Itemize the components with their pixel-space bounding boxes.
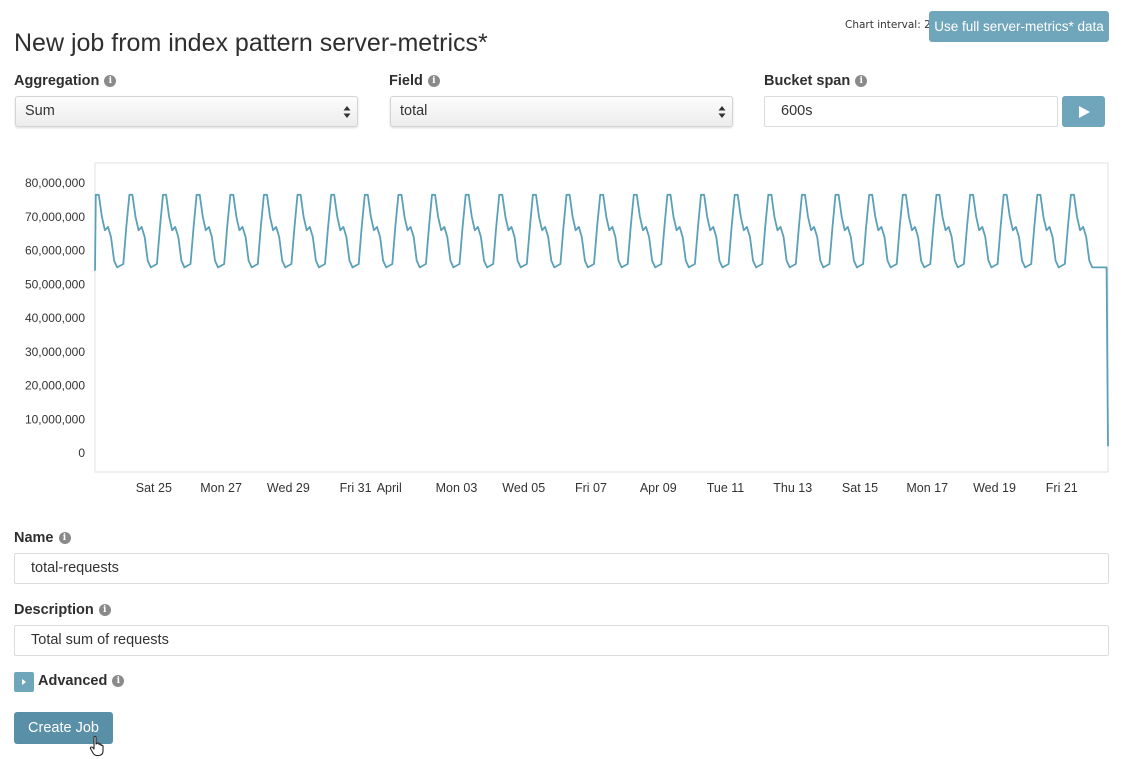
x-axis: Sat 25 Mon 27 Wed 29 Fri 31 April Mon 03 Wed 0… (136, 481, 1078, 495)
chevron-right-icon (22, 679, 26, 685)
info-icon[interactable]: i (855, 75, 868, 87)
chart-interval-label: Chart interval: 2h (845, 19, 938, 31)
select-arrows-icon (343, 106, 351, 118)
info-icon[interactable]: i (58, 532, 71, 544)
x-tick-label: Fri 07 (575, 481, 607, 495)
x-tick-label: Sat 25 (136, 481, 172, 495)
x-tick-label: Apr 09 (640, 481, 677, 495)
bucket-span-label-group: Bucket span i (764, 73, 868, 89)
field-value: total (400, 103, 428, 119)
info-icon[interactable]: i (104, 75, 117, 87)
x-tick-label: April (377, 481, 402, 495)
description-label: Description (14, 602, 94, 618)
name-label-group: Name i (14, 530, 71, 546)
y-axis: 80,000,000 70,000,000 60,000,000 50,000,000… (25, 176, 85, 460)
x-tick-label: Wed 29 (267, 481, 310, 495)
series-line (94, 193, 1109, 447)
chart-frame (94, 162, 1109, 473)
play-icon (1078, 105, 1090, 118)
aggregation-select[interactable]: Sum (15, 96, 358, 127)
x-tick-label: Tue 11 (707, 481, 745, 495)
y-tick-label: 40,000,000 (25, 311, 85, 325)
page-title: New job from index pattern server-metric… (14, 29, 488, 57)
info-icon[interactable]: i (112, 675, 125, 687)
description-label-group: Description i (14, 602, 111, 618)
y-tick-label: 20,000,000 (25, 379, 85, 393)
x-tick-label: Sat 15 (842, 481, 878, 495)
y-tick-label: 80,000,000 (25, 176, 85, 190)
x-tick-label: Thu 13 (773, 481, 812, 495)
info-icon[interactable]: i (98, 604, 111, 616)
y-tick-label: 30,000,000 (25, 345, 85, 359)
y-tick-label: 60,000,000 (25, 244, 85, 258)
description-input[interactable]: Total sum of requests (14, 625, 1109, 656)
y-tick-label: 50,000,000 (25, 277, 85, 291)
select-arrows-icon (718, 106, 726, 118)
x-tick-label: Wed 19 (973, 481, 1016, 495)
y-tick-label: 10,000,000 (25, 412, 85, 426)
field-label-group: Field i (389, 73, 440, 89)
aggregation-value: Sum (25, 103, 55, 119)
advanced-toggle-button[interactable] (14, 672, 34, 692)
metric-chart: 80,000,000 70,000,000 60,000,000 50,000,000… (25, 162, 1109, 495)
field-label: Field (389, 73, 423, 89)
bucket-span-label: Bucket span (764, 73, 851, 89)
bucket-span-input[interactable]: 600s (764, 96, 1058, 127)
use-full-data-button[interactable]: Use full server-metrics* data (929, 11, 1109, 42)
x-tick-label: Mon 03 (436, 481, 478, 495)
preview-play-button[interactable] (1062, 96, 1105, 127)
advanced-label-group: Advanced i (38, 673, 125, 689)
hand-cursor-icon (89, 735, 104, 757)
x-tick-label: Fri 21 (1046, 481, 1078, 495)
field-select[interactable]: total (390, 96, 733, 127)
x-tick-label: Mon 27 (200, 481, 242, 495)
info-icon[interactable]: i (427, 75, 440, 87)
x-tick-label: Mon 17 (906, 481, 948, 495)
y-tick-label: 0 (78, 446, 85, 460)
job-name-input[interactable]: total-requests (14, 553, 1109, 584)
advanced-label: Advanced (38, 673, 108, 689)
x-tick-label: Fri 31 (340, 481, 372, 495)
aggregation-label-group: Aggregation i (14, 73, 117, 89)
x-tick-label: Wed 05 (502, 481, 545, 495)
aggregation-label: Aggregation (14, 73, 100, 89)
y-tick-label: 70,000,000 (25, 210, 85, 224)
name-label: Name (14, 530, 54, 546)
